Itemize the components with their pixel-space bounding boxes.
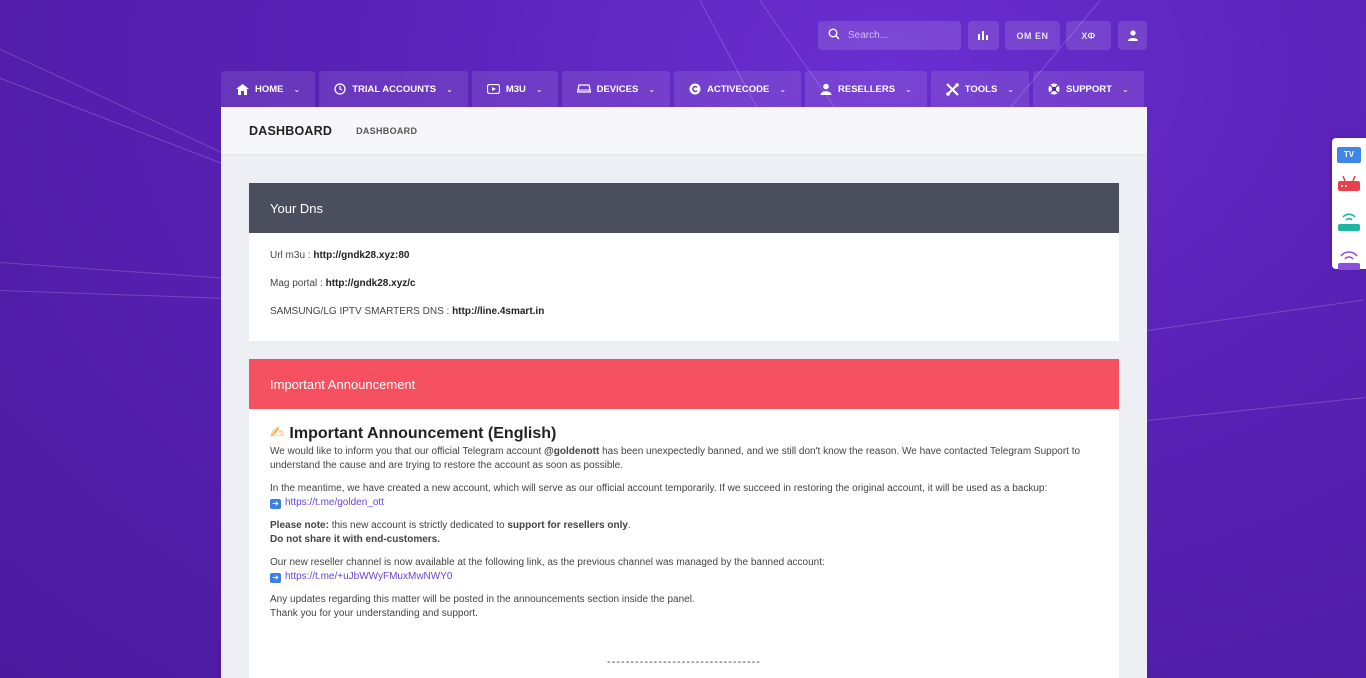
nav-devices-label: DEVICES bbox=[596, 83, 639, 95]
dns-card: Your Dns Url m3u : http://gndk28.xyz:80 … bbox=[249, 183, 1119, 341]
nav-activecode[interactable]: ACTIVECODE ⌄ bbox=[674, 71, 802, 107]
router-red-icon[interactable] bbox=[1337, 175, 1361, 198]
tools-icon bbox=[945, 82, 959, 96]
dns-mag-value: http://gndk28.xyz/c bbox=[325, 278, 416, 289]
subheader: DASHBOARD DASHBOARD bbox=[221, 107, 1147, 155]
clock-icon bbox=[334, 83, 346, 95]
topbar-button-1[interactable]: OM EN bbox=[1005, 21, 1060, 50]
announcement-title-text: Important Announcement (English) bbox=[289, 425, 557, 442]
announcement-body: ✍ Important Announcement (English) We wo… bbox=[249, 409, 1119, 669]
dns-card-body: Url m3u : http://gndk28.xyz:80 Mag porta… bbox=[249, 233, 1119, 334]
chevron-down-icon: ⌄ bbox=[446, 84, 453, 94]
nav-trial-accounts-label: TRIAL ACCOUNTS bbox=[352, 83, 437, 95]
chevron-down-icon: ⌄ bbox=[293, 84, 301, 94]
router-purple-icon[interactable] bbox=[1337, 249, 1361, 276]
search-icon bbox=[828, 27, 840, 45]
topbar-button-2-label: ХФ bbox=[1081, 30, 1096, 41]
bar-chart-icon bbox=[977, 29, 990, 42]
announcement-title: ✍ Important Announcement (English) bbox=[270, 425, 1098, 442]
dns-smarters-row: SAMSUNG/LG IPTV SMARTERS DNS : http://li… bbox=[270, 306, 1098, 334]
device-icon bbox=[576, 84, 591, 94]
chevron-down-icon: ⌄ bbox=[1121, 84, 1129, 94]
topbar-button-2[interactable]: ХФ bbox=[1066, 21, 1111, 50]
chevron-down-icon: ⌄ bbox=[648, 84, 656, 94]
dns-smarters-label: SAMSUNG/LG IPTV SMARTERS DNS : bbox=[270, 306, 453, 317]
dns-mag-label: Mag portal : bbox=[270, 278, 326, 289]
announcement-paragraph-2: In the meantime, we have created a new a… bbox=[270, 483, 1048, 509]
main-nav: HOME ⌄ TRIAL ACCOUNTS ⌄ M3U ⌄ DEVICES ⌄ … bbox=[221, 71, 1144, 107]
chevron-down-icon: ⌄ bbox=[535, 84, 543, 94]
nav-home-label: HOME bbox=[255, 83, 284, 95]
dns-smarters-value: http://line.4smart.in bbox=[452, 306, 545, 317]
search-box[interactable] bbox=[818, 21, 961, 50]
arrow-right-icon: ➔ bbox=[270, 573, 281, 583]
nav-support[interactable]: SUPPORT ⌄ bbox=[1033, 71, 1144, 107]
reseller-channel-link[interactable]: https://t.me/+uJbWWyFMuxMwNWY0 bbox=[285, 571, 452, 582]
announcement-paragraph-4: Our new reseller channel is now availabl… bbox=[270, 557, 825, 583]
dns-mag-row: Mag portal : http://gndk28.xyz/c bbox=[270, 278, 1098, 306]
main-panel: DASHBOARD DASHBOARD Your Dns Url m3u : h… bbox=[221, 107, 1147, 678]
video-icon bbox=[486, 84, 500, 94]
dns-card-title: Your Dns bbox=[270, 200, 323, 216]
announcement-paragraph-3: Please note: this new account is strictl… bbox=[270, 520, 631, 545]
topbar-button-1-label: OM EN bbox=[1016, 30, 1049, 41]
dns-card-header: Your Dns bbox=[249, 183, 1119, 233]
users-icon bbox=[820, 83, 832, 95]
nav-trial-accounts[interactable]: TRIAL ACCOUNTS ⌄ bbox=[319, 71, 468, 107]
nav-resellers-label: RESELLERS bbox=[838, 83, 896, 95]
arrow-right-icon: ➔ bbox=[270, 499, 281, 509]
writing-hand-icon: ✍ bbox=[270, 425, 284, 442]
dns-m3u-value: http://gndk28.xyz:80 bbox=[313, 250, 410, 261]
search-input[interactable] bbox=[848, 30, 948, 41]
tv-icon[interactable]: TV bbox=[1337, 147, 1361, 163]
dns-m3u-label: Url m3u : bbox=[270, 250, 314, 261]
divider-dashes: --------------------------------- bbox=[607, 656, 761, 668]
announcement-card: Important Announcement ✍ Important Annou… bbox=[249, 359, 1119, 678]
chevron-down-icon: ⌄ bbox=[1007, 84, 1014, 94]
nav-devices[interactable]: DEVICES ⌄ bbox=[561, 71, 671, 107]
nav-home[interactable]: HOME ⌄ bbox=[221, 71, 316, 107]
home-icon bbox=[236, 83, 249, 95]
nav-m3u[interactable]: M3U ⌄ bbox=[471, 71, 558, 107]
golden-ott-link[interactable]: https://t.me/golden_ott bbox=[285, 497, 384, 508]
nav-support-label: SUPPORT bbox=[1066, 83, 1112, 95]
user-icon bbox=[1127, 29, 1139, 43]
announcement-paragraph-5: Any updates regarding this matter will b… bbox=[270, 594, 695, 619]
nav-m3u-label: M3U bbox=[505, 83, 526, 95]
user-button[interactable] bbox=[1118, 21, 1147, 50]
dns-m3u-row: Url m3u : http://gndk28.xyz:80 bbox=[270, 250, 1098, 278]
side-widget: TV bbox=[1332, 138, 1366, 270]
nav-activecode-label: ACTIVECODE bbox=[707, 83, 770, 95]
nav-resellers[interactable]: RESELLERS ⌄ bbox=[805, 71, 927, 107]
nav-tools-label: TOOLS bbox=[964, 83, 998, 95]
chevron-down-icon: ⌄ bbox=[905, 84, 912, 94]
stats-button[interactable] bbox=[968, 21, 999, 50]
announcement-card-header: Important Announcement bbox=[249, 359, 1119, 409]
breadcrumb[interactable]: DASHBOARD bbox=[356, 126, 417, 136]
nav-tools[interactable]: TOOLS ⌄ bbox=[930, 71, 1029, 107]
lifebuoy-icon bbox=[1048, 83, 1060, 95]
announcement-paragraph-1: We would like to inform you that our off… bbox=[270, 446, 1081, 471]
page-title: DASHBOARD bbox=[249, 123, 333, 138]
announcement-card-title: Important Announcement bbox=[270, 376, 416, 392]
circle-c-icon bbox=[689, 83, 701, 95]
chevron-down-icon: ⌄ bbox=[779, 84, 787, 94]
router-teal-icon[interactable] bbox=[1337, 210, 1361, 237]
telegram-handle: @goldenott bbox=[544, 446, 600, 457]
